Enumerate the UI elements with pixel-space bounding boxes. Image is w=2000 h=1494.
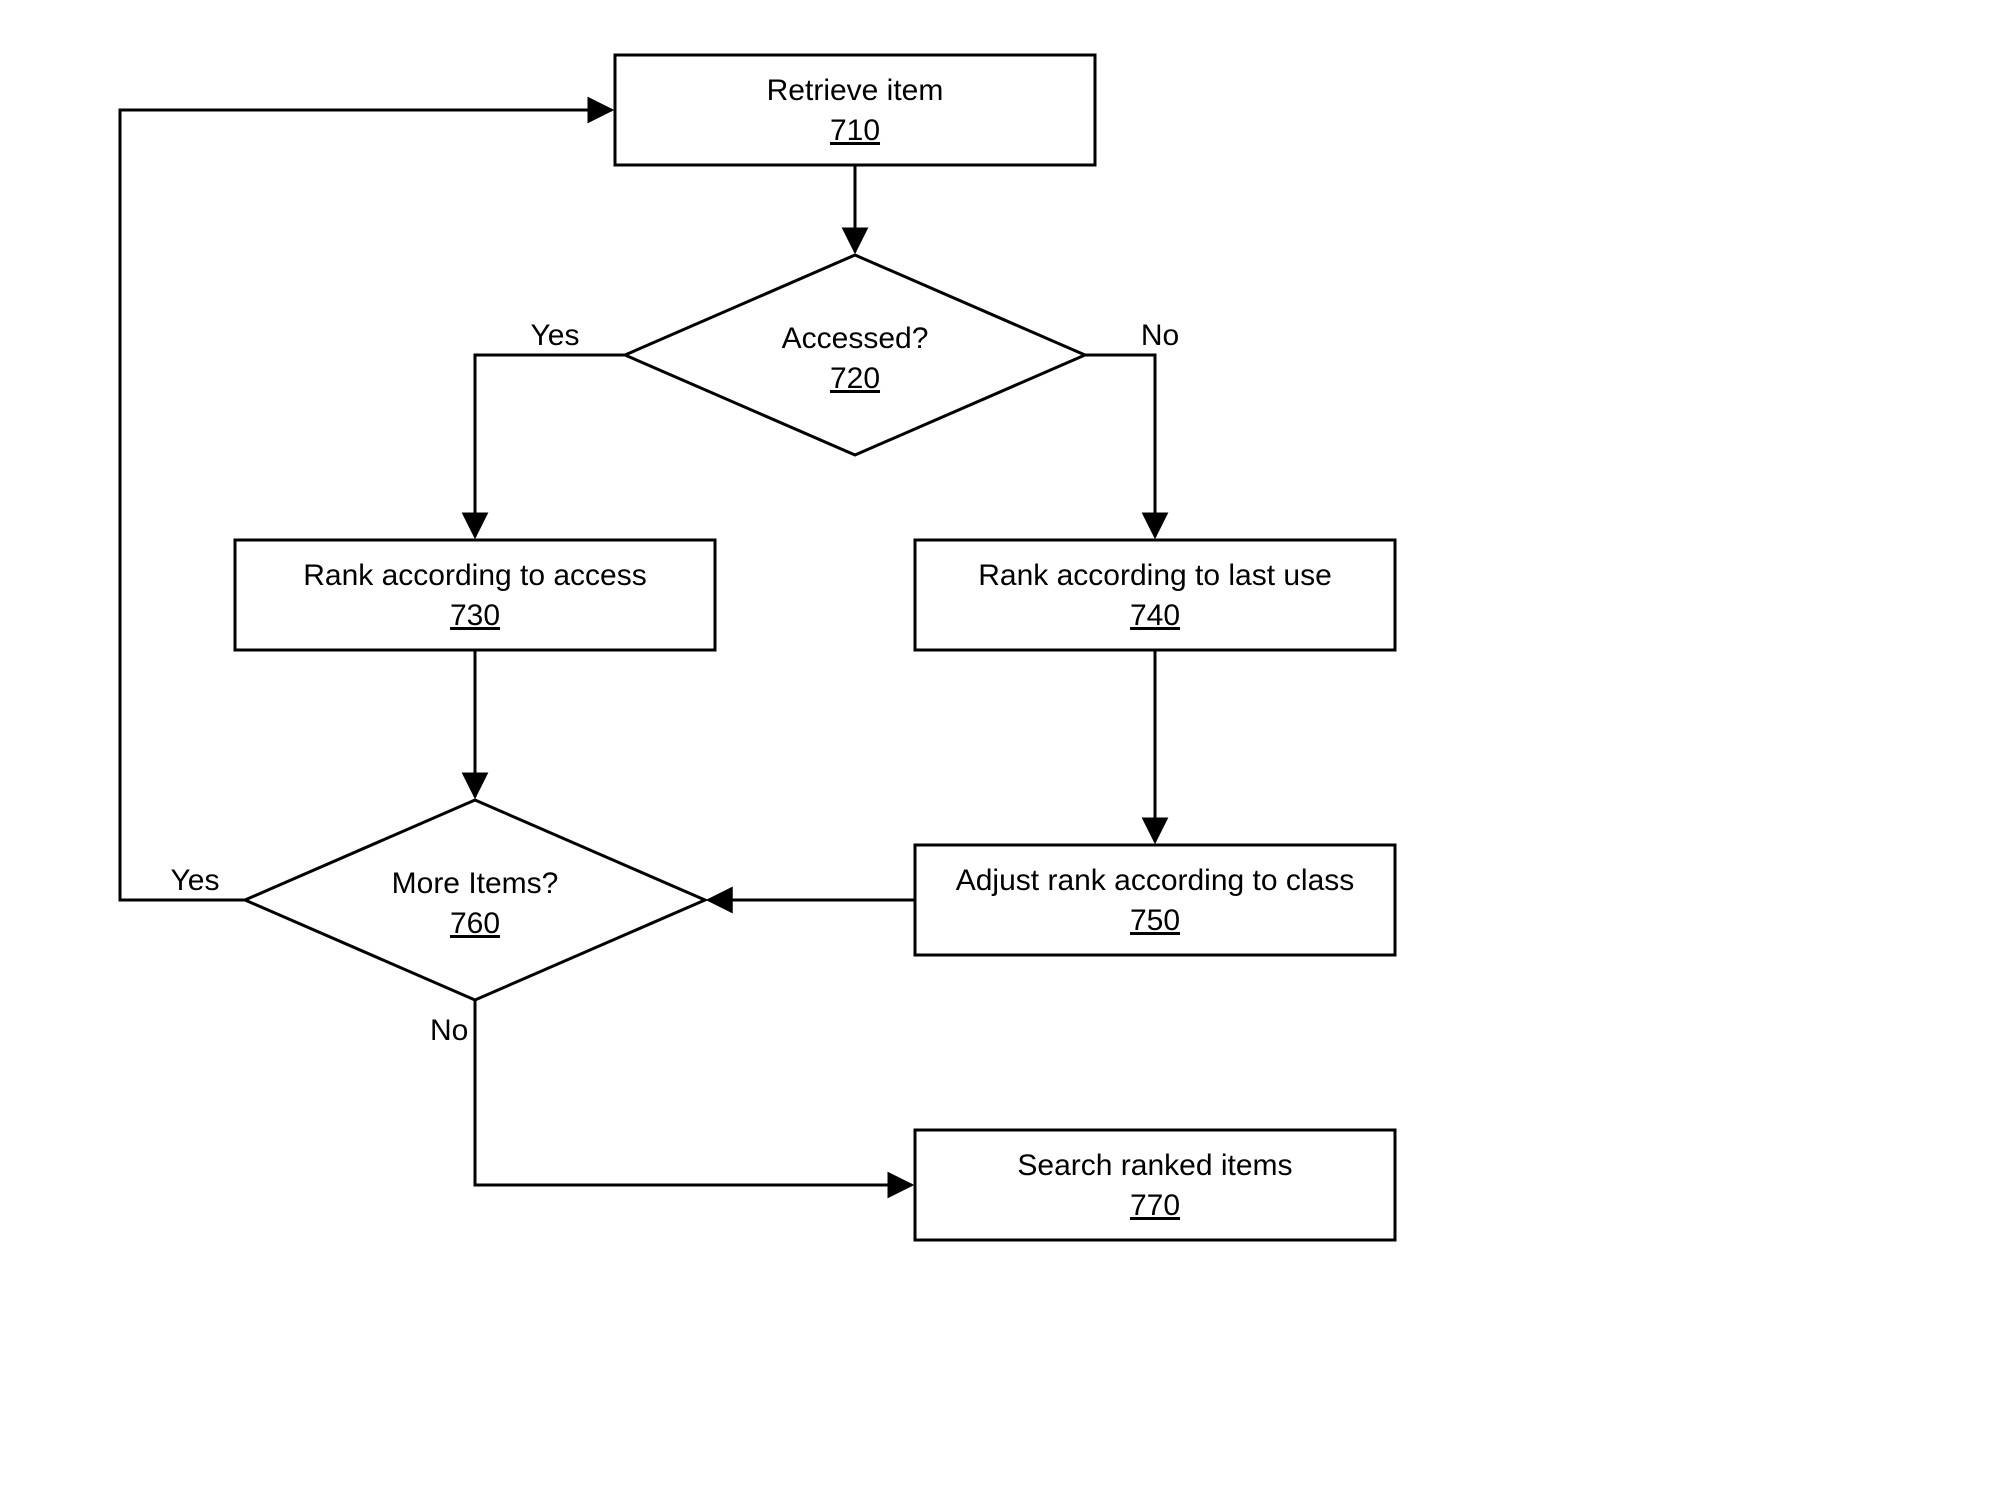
node-search-ranked-items: Search ranked items 770 — [915, 1130, 1395, 1240]
edge-720-no-to-740 — [1085, 355, 1155, 537]
node-search-ranked-items-label: Search ranked items — [1017, 1149, 1292, 1182]
edge-720-no-label: No — [1141, 319, 1179, 352]
edge-760-yes-to-710 — [120, 110, 612, 900]
node-rank-access-ref: 730 — [450, 599, 500, 632]
node-rank-last-use: Rank according to last use 740 — [915, 540, 1395, 650]
node-more-items-label: More Items? — [392, 867, 559, 900]
node-rank-access-label: Rank according to access — [303, 559, 647, 592]
edge-760-yes-label: Yes — [171, 864, 220, 897]
node-accessed-label: Accessed? — [782, 322, 929, 355]
node-more-items-decision: More Items? 760 — [245, 800, 705, 1000]
edge-720-yes-label: Yes — [531, 319, 580, 352]
node-retrieve-item: Retrieve item 710 — [615, 55, 1095, 165]
edge-720-yes-to-730 — [475, 355, 625, 537]
flowchart: Retrieve item 710 Accessed? 720 Rank acc… — [0, 0, 2000, 1494]
edge-760-no-to-770 — [475, 1000, 912, 1185]
node-adjust-rank-class-label: Adjust rank according to class — [956, 864, 1355, 897]
node-rank-last-use-label: Rank according to last use — [978, 559, 1332, 592]
node-adjust-rank-class-ref: 750 — [1130, 904, 1180, 937]
node-adjust-rank-class: Adjust rank according to class 750 — [915, 845, 1395, 955]
node-more-items-ref: 760 — [450, 907, 500, 940]
node-search-ranked-items-ref: 770 — [1130, 1189, 1180, 1222]
edge-760-no-label: No — [430, 1014, 468, 1047]
node-retrieve-item-label: Retrieve item — [767, 74, 944, 107]
node-retrieve-item-ref: 710 — [830, 114, 880, 147]
node-accessed-ref: 720 — [830, 362, 880, 395]
node-rank-last-use-ref: 740 — [1130, 599, 1180, 632]
node-accessed-decision: Accessed? 720 — [625, 255, 1085, 455]
node-rank-access: Rank according to access 730 — [235, 540, 715, 650]
